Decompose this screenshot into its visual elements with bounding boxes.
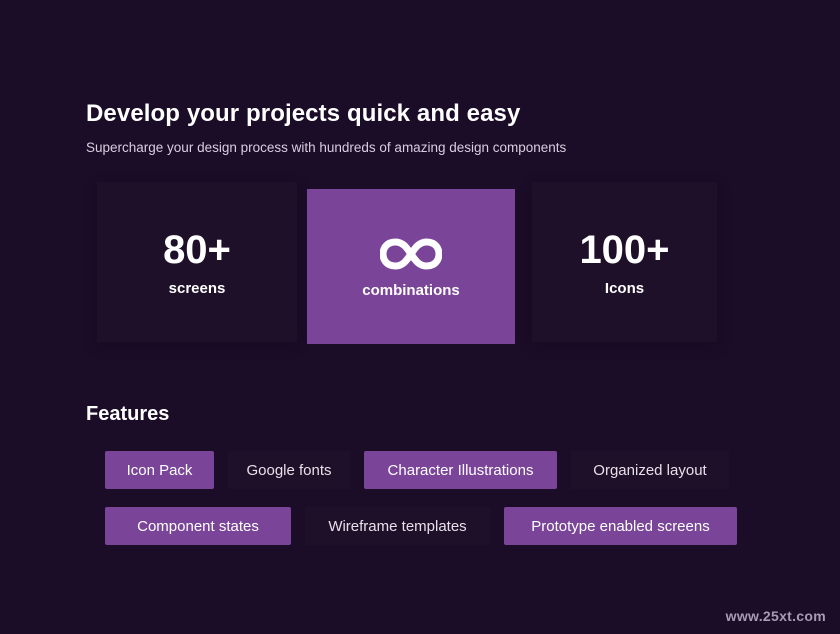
tag-wireframe-templates[interactable]: Wireframe templates — [305, 507, 490, 545]
tag-component-states[interactable]: Component states — [105, 507, 291, 545]
tag-google-fonts[interactable]: Google fonts — [228, 451, 350, 489]
stat-card-screens[interactable]: 80+ screens — [97, 182, 297, 342]
stat-value: 100+ — [579, 227, 670, 272]
stat-value: 80+ — [163, 227, 231, 272]
stat-label: combinations — [362, 282, 460, 299]
stat-card-combinations[interactable]: combinations — [307, 189, 515, 344]
watermark: www.25xt.com — [725, 608, 826, 624]
page-subtitle: Supercharge your design process with hun… — [86, 140, 567, 155]
tag-icon-pack[interactable]: Icon Pack — [105, 451, 214, 489]
infinity-icon — [380, 238, 442, 270]
page-title: Develop your projects quick and easy — [86, 100, 521, 127]
stat-label: screens — [168, 279, 226, 297]
stat-card-icons[interactable]: 100+ Icons — [532, 182, 717, 342]
tag-prototype-enabled-screens[interactable]: Prototype enabled screens — [504, 507, 737, 545]
tag-character-illustrations[interactable]: Character Illustrations — [364, 451, 557, 489]
stat-label: Icons — [604, 279, 645, 297]
tag-organized-layout[interactable]: Organized layout — [571, 451, 729, 489]
features-heading: Features — [86, 403, 170, 425]
